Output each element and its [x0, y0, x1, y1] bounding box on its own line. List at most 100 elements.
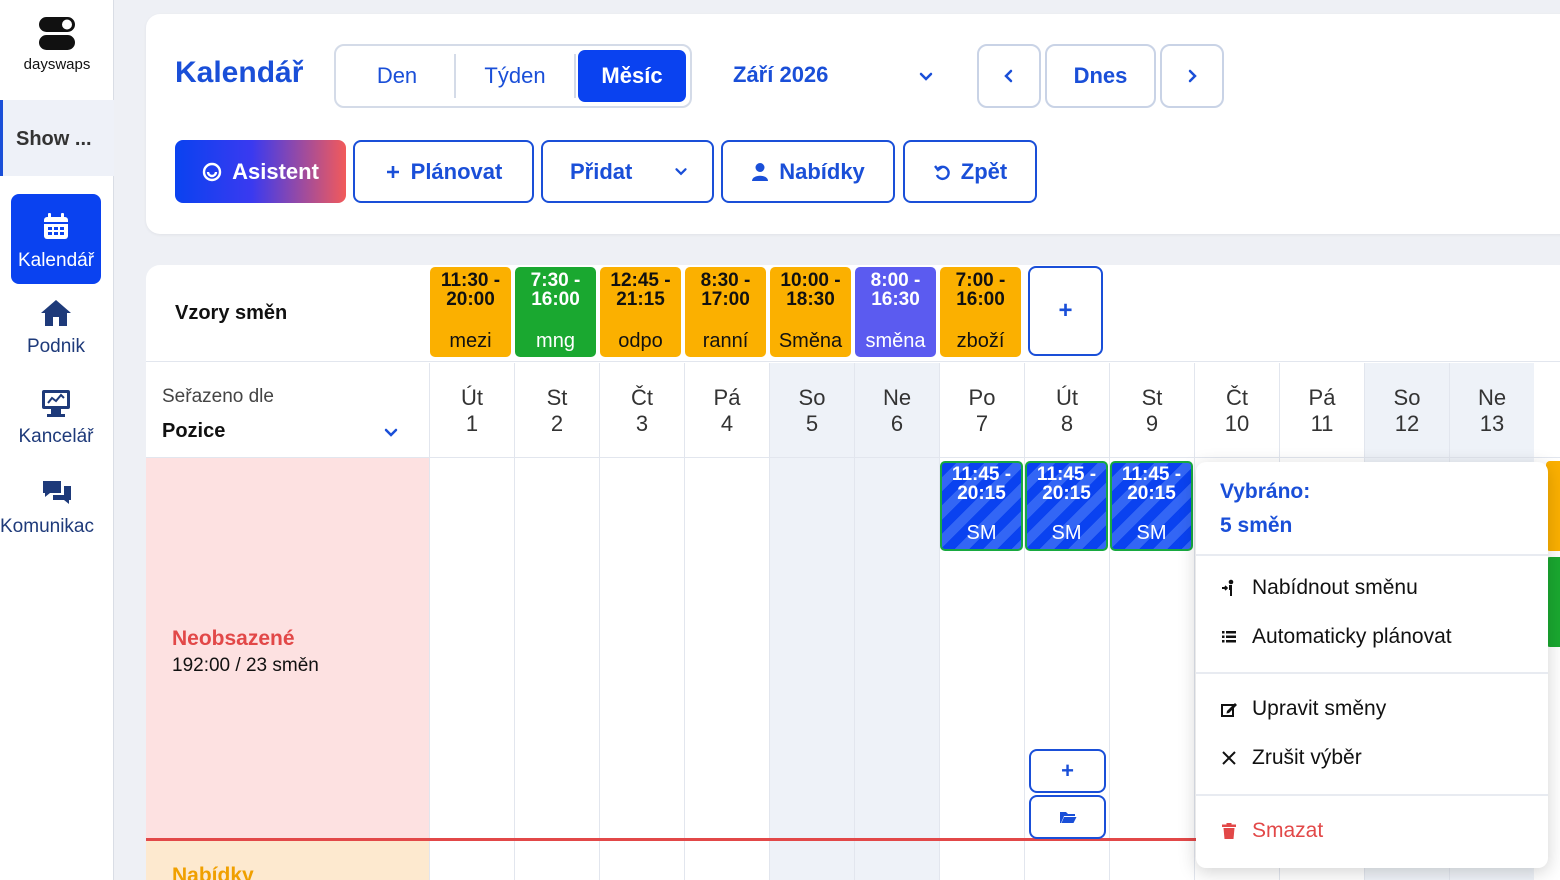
shift-card[interactable]: 11:45 -20:15 SM	[940, 461, 1023, 551]
day-number: 2	[550, 411, 564, 436]
template-name: mezi	[449, 330, 492, 352]
shift-card[interactable]: 11:45 -20:15 SM	[1110, 461, 1193, 551]
shift-template[interactable]: 11:30 -20:00 mezi	[430, 267, 511, 357]
chevron-right-icon	[1188, 69, 1197, 83]
selection-title: Vybráno:	[1220, 480, 1311, 503]
day-header[interactable]: Čt 3	[599, 363, 684, 457]
today-button[interactable]: Dnes	[1045, 44, 1156, 108]
divider	[1196, 794, 1548, 796]
plan-button[interactable]: Plánovat	[353, 140, 534, 203]
day-number: 8	[1060, 411, 1074, 436]
shift-name: SM	[966, 522, 997, 544]
day-header[interactable]: St 2	[514, 363, 599, 457]
shift-template[interactable]: 8:30 -17:00 ranní	[685, 267, 766, 357]
template-time-end: 16:30	[871, 289, 920, 310]
template-name: odpo	[618, 330, 663, 352]
sort-select[interactable]: Pozice	[162, 420, 225, 443]
view-day-button[interactable]: Den	[340, 50, 454, 102]
day-number: 5	[805, 411, 819, 436]
unassigned-stats: 192:00 / 23 směn	[172, 655, 319, 676]
day-header[interactable]: Ne 13	[1449, 363, 1534, 457]
prev-month-button[interactable]	[977, 44, 1041, 108]
next-month-button[interactable]	[1160, 44, 1224, 108]
offer-shift-icon	[1222, 579, 1234, 596]
day-header[interactable]: Po 7	[939, 363, 1024, 457]
assistant-icon	[202, 162, 222, 181]
divider	[1196, 672, 1548, 674]
shift-template[interactable]: 8:00 -16:30 směna	[855, 267, 936, 357]
back-button[interactable]: Zpět	[903, 140, 1037, 203]
auto-plan-menu-item[interactable]: Automaticky plánovat	[1220, 625, 1452, 649]
view-week-button[interactable]: Týden	[456, 50, 574, 102]
day-column[interactable]	[854, 458, 939, 880]
shift-card[interactable]: 11:45 -20:15 SM	[1025, 461, 1108, 551]
day-column[interactable]	[429, 458, 514, 880]
home-icon	[41, 300, 71, 326]
day-header[interactable]: So 5	[769, 363, 854, 457]
sidebar-item-calendar[interactable]: Kalendář	[11, 194, 101, 284]
plan-label: Plánovat	[410, 158, 503, 184]
workspace-selector[interactable]: Show ...	[0, 100, 114, 176]
day-number: 11	[1310, 411, 1334, 436]
day-column[interactable]	[599, 458, 684, 880]
template-time-start: 7:00 -	[955, 270, 1006, 291]
day-of-week: Pá	[713, 385, 741, 410]
month-selector[interactable]: Září 2026	[733, 62, 828, 88]
day-of-week: So	[1393, 385, 1421, 410]
sidebar-item-label: Komunikac	[0, 516, 94, 537]
offer-shift-menu-item[interactable]: Nabídnout směnu	[1220, 576, 1418, 600]
menu-item-label: Zrušit výběr	[1252, 746, 1362, 769]
shift-template[interactable]: 12:45 -21:15 odpo	[600, 267, 681, 357]
template-time-end: 16:00	[956, 289, 1005, 310]
add-dropdown-button[interactable]: Přidat	[541, 140, 714, 203]
shift-template[interactable]: 7:00 -16:00 zboží	[940, 267, 1021, 357]
day-header[interactable]: Ne 6	[854, 363, 939, 457]
offers-button[interactable]: Nabídky	[721, 140, 895, 203]
edit-shifts-menu-item[interactable]: Upravit směny	[1220, 697, 1386, 721]
day-column[interactable]	[684, 458, 769, 880]
delete-menu-item[interactable]: Smazat	[1220, 819, 1323, 843]
day-header[interactable]: So 12	[1364, 363, 1449, 457]
chevron-down-icon[interactable]	[381, 423, 401, 443]
day-column[interactable]	[514, 458, 599, 880]
view-switcher: Den Týden Měsíc	[334, 44, 692, 108]
day-header[interactable]: Čt 10	[1194, 363, 1279, 457]
day-header[interactable]: Pá 11	[1279, 363, 1364, 457]
shift-time-start: 11:45 -	[1121, 464, 1182, 485]
template-time-end: 21:15	[616, 289, 665, 310]
chat-icon	[43, 481, 71, 504]
template-name: mng	[536, 330, 575, 352]
day-header[interactable]: Pá 4	[684, 363, 769, 457]
edit-icon	[1221, 703, 1237, 717]
clear-selection-menu-item[interactable]: Zrušit výběr	[1220, 746, 1362, 770]
menu-item-label: Nabídnout směnu	[1252, 576, 1418, 599]
templates-label: Vzory směn	[175, 302, 288, 324]
page-title: Kalendář	[175, 56, 304, 89]
day-number: 12	[1394, 411, 1420, 436]
day-number: 1	[465, 411, 479, 436]
day-column[interactable]	[769, 458, 854, 880]
chevron-down-icon[interactable]	[916, 67, 936, 87]
shift-template[interactable]: 7:30 -16:00 mng	[515, 267, 596, 357]
shift-template[interactable]: 10:00 -18:30 Směna	[770, 267, 851, 357]
day-header[interactable]: Út 1	[429, 363, 514, 457]
logo[interactable]: dayswaps	[0, 14, 114, 73]
day-header[interactable]: Út 8	[1024, 363, 1109, 457]
sidebar-item-komunikace[interactable]: Komunikac	[0, 476, 103, 566]
open-folder-button[interactable]	[1029, 795, 1106, 839]
add-shift-button[interactable]: +	[1029, 749, 1106, 793]
logo-icon	[39, 17, 75, 50]
assistant-button[interactable]: Asistent	[175, 140, 346, 203]
add-template-button[interactable]: +	[1028, 266, 1103, 356]
plus-icon	[386, 165, 399, 178]
shift-card[interactable]	[1546, 557, 1560, 647]
shift-card[interactable]	[1546, 461, 1560, 551]
sidebar-item-podnik[interactable]: Podnik	[11, 296, 101, 386]
template-time-start: 12:45 -	[610, 270, 671, 291]
day-of-week: Ne	[882, 385, 912, 410]
day-header[interactable]: St 9	[1109, 363, 1194, 457]
chevron-down-icon	[675, 167, 687, 175]
sidebar-item-kancelar[interactable]: Kancelář	[11, 386, 101, 476]
view-month-button[interactable]: Měsíc	[578, 50, 686, 102]
template-time-start: 8:00 -	[870, 270, 921, 291]
